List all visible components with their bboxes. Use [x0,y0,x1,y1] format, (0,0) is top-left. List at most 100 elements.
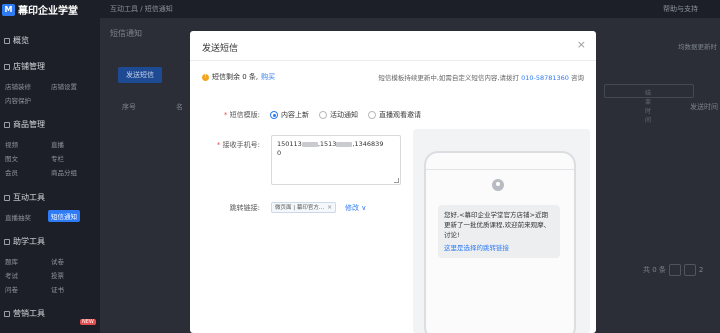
column-header-time: 发送时间 [690,103,718,111]
marketing-icon [4,310,10,317]
edit-link-button[interactable]: 修改 ∨ [345,203,366,213]
sidebar-item-product-group[interactable]: 商品分组 [51,167,77,177]
next-page-button[interactable] [683,264,696,276]
sidebar-item-store-decor[interactable]: 店铺装修 [5,81,31,91]
radio-label: 内容上新 [281,111,309,119]
phone-number-fragment: 150113 [277,140,302,148]
jump-link-label: 跳转链接: [229,204,260,212]
sms-preview-text: 您好,<幕印企业学堂官方店铺>近期更新了一批优质课程,欢迎前来观摩、讨论! [444,211,551,239]
template-notice: 短信模板持续更新中,如需自定义短信内容,请拨打 010-58781360 咨询 [378,72,584,82]
warning-icon: ! [202,73,209,81]
sidebar-group-learning[interactable]: 助学工具 [4,236,45,247]
sidebar-item-vote[interactable]: 投票 [51,270,64,280]
store-icon [4,63,10,70]
sidebar-item-store-settings[interactable]: 店铺设置 [51,81,77,91]
phone-numbers-textarea[interactable]: 150113 ,1513 ,1346839 0 [271,135,401,185]
phone-link[interactable]: 010-58781360 [521,74,569,82]
product-icon [4,121,10,128]
quota-text: 短信剩余 0 条, [212,73,259,81]
sidebar-item-member[interactable]: 会员 [5,167,18,177]
sidebar: 概览 店铺管理 店铺装修 店铺设置 内容保护 商品管理 视频 直播 图文 专栏 … [0,18,100,333]
sidebar-item-content-protect[interactable]: 内容保护 [5,95,31,105]
sidebar-group-label: 营销工具 [13,309,45,318]
template-radio-group: 内容上新 活动通知 直播观看邀请 [270,110,421,120]
phone-preview: 您好,<幕印企业学堂官方店铺>近期更新了一批优质课程,欢迎前来观摩、讨论! 这里… [424,151,576,333]
sidebar-item-sms[interactable]: 短信通知 [48,210,80,222]
sidebar-group-marketing[interactable]: 营销工具 [4,308,45,319]
sidebar-item-certificate[interactable]: 证书 [51,284,64,294]
prev-page-button[interactable] [668,264,681,276]
sidebar-item-overview[interactable]: 概览 [4,35,29,46]
template-option-new-content[interactable]: 内容上新 [270,110,309,120]
sidebar-item-live[interactable]: 直播 [51,139,64,149]
notice-suffix: 咨询 [571,74,584,82]
sidebar-group-label: 互动工具 [13,193,45,202]
sidebar-item-label: 概览 [13,36,29,45]
page-title: 短信通知 [110,29,142,38]
radio-label: 活动通知 [330,111,358,119]
avatar [492,179,504,191]
resize-handle[interactable] [394,178,399,183]
close-icon[interactable]: × [577,38,586,51]
sms-preview-link[interactable]: 这里是选择的跳转链接 [444,243,554,253]
end-time-input[interactable]: 结束时间 [604,84,694,124]
buy-link[interactable]: 购买 [261,72,275,82]
jump-link-tag: 微页面 | 幕印官方... × [271,202,337,213]
sidebar-group-product[interactable]: 商品管理 [4,119,45,130]
sidebar-item-exam[interactable]: 考试 [5,270,18,280]
new-badge: NEW [80,319,96,325]
radio-selected-icon [270,111,278,119]
grid-icon [4,37,10,44]
sidebar-group-label: 助学工具 [13,237,45,246]
dialog-title: 发送短信 [202,44,239,54]
radio-icon [319,111,327,119]
template-option-live-invite[interactable]: 直播观看邀请 [368,110,421,120]
phone-status-divider [426,169,574,170]
logo-text: 幕印企业学堂 [18,6,78,17]
sidebar-group-interactive[interactable]: 互动工具 [4,192,45,203]
help-link[interactable]: 帮助与支持 [663,4,698,14]
sidebar-item-exam-paper[interactable]: 试卷 [51,256,64,266]
jump-link-tag-text: 微页面 | 幕印官方... [275,204,325,211]
interactive-icon [4,194,10,201]
phone-number-fragment: ,1346839 [352,140,384,148]
pagination-extra: 2 [698,266,704,274]
sidebar-item-video[interactable]: 视频 [5,139,18,149]
column-header-index: 序号 [122,103,136,111]
phone-number-fragment: 0 [277,149,282,157]
sidebar-item-column[interactable]: 专栏 [51,153,64,163]
radio-icon [368,111,376,119]
masked-digits [336,141,353,147]
notice-text: 短信模板持续更新中,如需自定义短信内容,请拨打 [378,74,519,82]
radio-label: 直播观看邀请 [379,111,421,119]
top-bar: M 幕印企业学堂 互动工具 / 短信通知 帮助与支持 [0,0,720,18]
sidebar-group-store[interactable]: 店铺管理 [4,61,45,72]
sidebar-group-label: 店铺管理 [13,62,45,71]
sms-preview-bubble: 您好,<幕印企业学堂官方店铺>近期更新了一批优质课程,欢迎前来观摩、讨论! 这里… [438,205,560,258]
template-label: * 短信模版: [223,111,260,119]
sms-quota: ! 短信剩余 0 条, 购买 [202,72,275,82]
phone-label: * 接收手机号: [216,141,260,149]
breadcrumb[interactable]: 互动工具 / 短信通知 [110,4,173,14]
learning-icon [4,238,10,245]
sidebar-item-live-lottery[interactable]: 直播抽奖 [5,212,31,222]
sidebar-group-label: 商品管理 [13,120,45,129]
template-label-text: 短信模版: [229,111,260,119]
masked-digits [301,141,318,147]
pagination: 共 0 条 2 [643,264,703,276]
data-update-hint: 均数据更新时 [678,43,717,51]
send-sms-dialog: 发送短信 × ! 短信剩余 0 条, 购买 短信模板持续更新中,如需自定义短信内… [190,31,596,333]
column-header-name: 名 [176,103,183,111]
sidebar-item-article[interactable]: 图文 [5,153,18,163]
tag-close-icon[interactable]: × [327,203,332,213]
pagination-total: 共 0 条 [643,266,666,274]
logo[interactable]: M 幕印企业学堂 [2,2,78,17]
logo-icon: M [2,3,15,16]
phone-number-fragment: ,1513 [317,140,337,148]
dialog-divider [190,60,596,61]
template-option-activity[interactable]: 活动通知 [319,110,358,120]
sidebar-item-question-bank[interactable]: 题库 [5,256,18,266]
sidebar-item-survey[interactable]: 问卷 [5,284,18,294]
send-sms-button[interactable]: 发送短信 [118,67,162,83]
phone-label-text: 接收手机号: [222,141,260,149]
